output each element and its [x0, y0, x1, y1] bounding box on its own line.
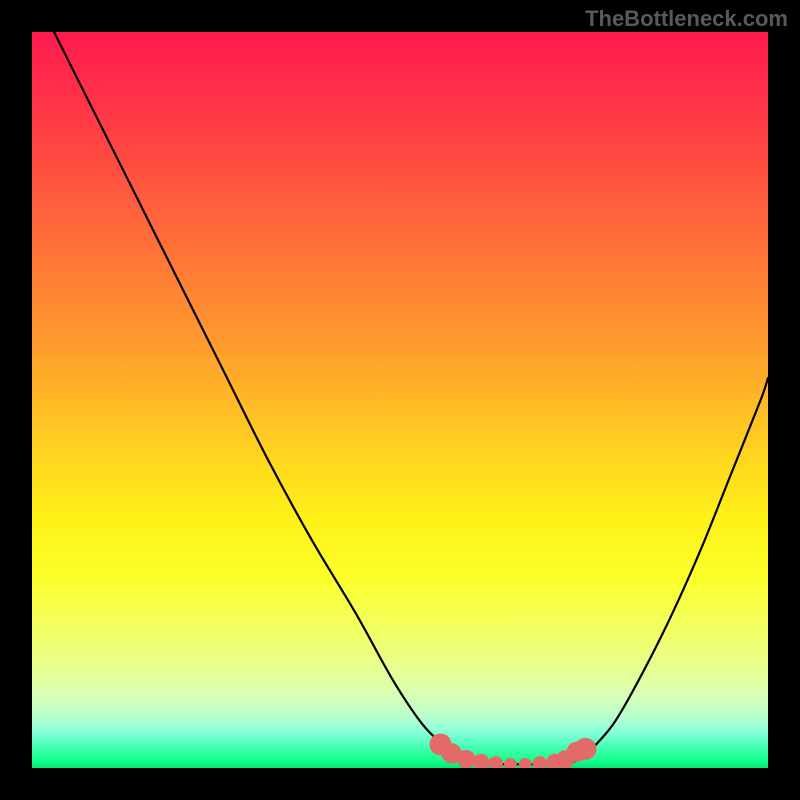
highlight-dot [574, 738, 596, 760]
highlight-dot [488, 756, 503, 768]
highlight-dot [473, 754, 490, 768]
watermark-text: TheBottleneck.com [585, 6, 788, 32]
highlight-dot [532, 756, 547, 768]
highlight-dots [429, 733, 596, 768]
right-curve [584, 378, 768, 757]
curve-layer [32, 32, 768, 768]
left-curve [54, 32, 459, 759]
highlight-dot [504, 758, 517, 768]
highlight-dot [457, 750, 475, 768]
chart-frame: TheBottleneck.com [0, 0, 800, 800]
highlight-dot [519, 758, 532, 768]
plot-area [32, 32, 768, 768]
